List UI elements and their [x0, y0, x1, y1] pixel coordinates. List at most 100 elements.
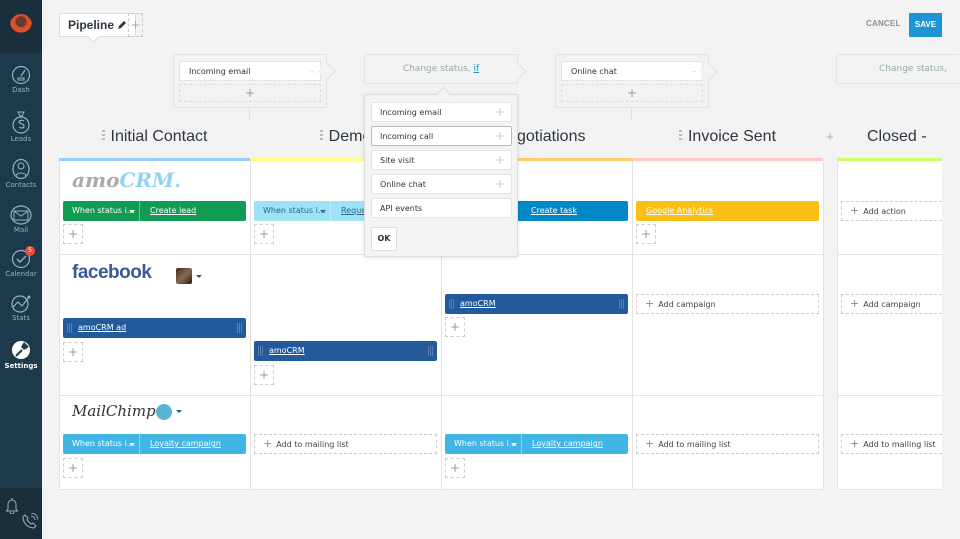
plus-icon: + [645, 297, 655, 310]
action-link[interactable]: Loyalty campaign [532, 434, 603, 454]
add-mailing-list-button[interactable]: + Add to mailing list [636, 434, 819, 454]
remove-trigger-button[interactable]: – [692, 62, 696, 81]
option-label: Incoming email [380, 108, 442, 117]
ok-button[interactable]: OK [371, 227, 397, 251]
add-column-button[interactable]: + [823, 118, 837, 160]
condition-dropdown[interactable]: When status i... [63, 434, 140, 454]
add-action-button[interactable]: + [63, 342, 83, 362]
add-trigger-button[interactable]: + [561, 84, 703, 102]
plus-icon: + [850, 437, 860, 450]
campaign-amocrm-ad[interactable]: amoCRM ad [63, 318, 246, 338]
stats-icon [11, 295, 31, 313]
trigger-demo: Change status, if [364, 54, 518, 84]
change-status-text: Change status, if [365, 55, 517, 83]
action-link[interactable]: Loyalty campaign [150, 434, 221, 454]
add-action-button[interactable]: + [445, 317, 465, 337]
drag-grip-icon[interactable] [619, 299, 624, 309]
add-label: Add action [863, 207, 906, 216]
add-action-button[interactable]: + [445, 458, 465, 478]
column-header[interactable]: Closed - [837, 118, 942, 160]
add-action-button[interactable]: + [636, 224, 656, 244]
action-link[interactable]: amoCRM ad [78, 318, 126, 338]
action-link[interactable]: Google Analytics [646, 201, 713, 221]
drag-grip-icon[interactable] [67, 323, 72, 333]
option-label: API events [380, 204, 423, 213]
trigger-option-online-chat[interactable]: Online chat + [371, 174, 512, 194]
trigger-select[interactable]: Online chat – [561, 61, 703, 81]
column-header[interactable]: Invoice Sent [632, 118, 823, 160]
trigger-option-incoming-call[interactable]: Incoming call + [371, 126, 512, 146]
campaign-amocrm[interactable]: amoCRM [445, 294, 628, 314]
add-action-button[interactable]: + [254, 365, 274, 385]
add-pipeline-button[interactable]: + [128, 13, 143, 37]
sidebar-item-contacts[interactable]: Contacts [0, 158, 42, 189]
action-link[interactable]: Create task [531, 201, 577, 221]
action-google-analytics[interactable]: Google Analytics [636, 201, 819, 221]
account-dropdown-icon[interactable] [176, 410, 182, 416]
sidebar-item-label: Stats [12, 314, 30, 322]
bell-icon[interactable] [5, 498, 19, 514]
add-campaign-button[interactable]: + Add campaign [841, 294, 942, 314]
cancel-button[interactable]: CANCEL [866, 19, 901, 28]
save-button[interactable]: SAVE [909, 13, 942, 37]
plus-icon[interactable]: + [495, 175, 505, 194]
trigger-option-incoming-email[interactable]: Incoming email + [371, 102, 512, 122]
action-link[interactable]: amoCRM [269, 341, 305, 361]
trigger-closed: Change status, [836, 54, 960, 84]
campaign-amocrm[interactable]: amoCRM [254, 341, 437, 361]
add-campaign-button[interactable]: + Add campaign [636, 294, 819, 314]
condition-dropdown[interactable]: When status i... [445, 434, 522, 454]
drag-handle-icon[interactable] [319, 130, 323, 142]
plus-icon[interactable]: + [495, 151, 505, 170]
drag-handle-icon[interactable] [678, 130, 682, 142]
sidebar-item-stats[interactable]: Stats [0, 293, 42, 322]
action-loyalty-campaign[interactable]: When status i... Loyalty campaign [63, 434, 246, 454]
add-action-button[interactable]: + Add action [841, 201, 942, 221]
add-action-button[interactable]: + [254, 224, 274, 244]
amocrm-logo: amoCRM. [72, 168, 181, 192]
mailchimp-logo: MailChimp [72, 402, 156, 420]
add-action-button[interactable]: + [63, 224, 83, 244]
sidebar-item-dash[interactable]: Dash [0, 65, 42, 94]
trigger-select[interactable]: Incoming email – [179, 61, 321, 81]
sidebar-item-settings[interactable]: Settings [0, 339, 42, 370]
if-link[interactable]: if [474, 64, 480, 74]
trigger-option-site-visit[interactable]: Site visit + [371, 150, 512, 170]
phone-icon[interactable] [22, 513, 38, 529]
action-create-lead[interactable]: When status i... Create lead [63, 201, 246, 221]
action-link[interactable]: Create lead [150, 201, 196, 221]
column-title: Invoice Sent [687, 128, 777, 145]
column-title: Initial Contact [110, 128, 208, 145]
account-avatar[interactable] [176, 268, 192, 284]
add-mailing-list-button[interactable]: + Add to mailing list [254, 434, 437, 454]
drag-handle-icon[interactable] [101, 130, 105, 142]
remove-trigger-button[interactable]: – [310, 62, 314, 81]
drag-grip-icon[interactable] [449, 299, 454, 309]
cell [633, 255, 824, 396]
column-header[interactable]: Initial Contact [59, 118, 250, 160]
add-mailing-list-button[interactable]: + Add to mailing list [841, 434, 942, 454]
add-trigger-button[interactable]: + [179, 84, 321, 102]
plus-icon: + [263, 437, 273, 450]
account-dropdown-icon[interactable] [196, 275, 202, 281]
drag-grip-icon[interactable] [258, 346, 263, 356]
drag-grip-icon[interactable] [237, 323, 242, 333]
change-status-label: Change status, [402, 64, 474, 74]
sidebar-item-calendar[interactable]: 5 Calendar [0, 246, 42, 278]
trigger-option-api-events[interactable]: API events [371, 198, 512, 218]
avatar[interactable] [10, 14, 32, 36]
sidebar-item-leads[interactable]: Leads [0, 110, 42, 143]
drag-grip-icon[interactable] [428, 346, 433, 356]
pipeline-tab[interactable]: Pipeline [59, 13, 137, 37]
add-action-button[interactable]: + [63, 458, 83, 478]
plus-icon[interactable]: + [495, 127, 505, 146]
condition-dropdown[interactable]: When status i... [63, 201, 140, 221]
column-title: Closed - [867, 128, 927, 145]
condition-dropdown[interactable]: When status i... [254, 201, 331, 221]
plus-icon[interactable]: + [495, 103, 505, 122]
sidebar-item-mail[interactable]: Mail [0, 205, 42, 234]
action-link[interactable]: amoCRM [460, 294, 496, 314]
account-avatar[interactable] [156, 404, 172, 420]
action-loyalty-campaign[interactable]: When status i... Loyalty campaign [445, 434, 628, 454]
pencil-icon[interactable] [117, 20, 127, 30]
